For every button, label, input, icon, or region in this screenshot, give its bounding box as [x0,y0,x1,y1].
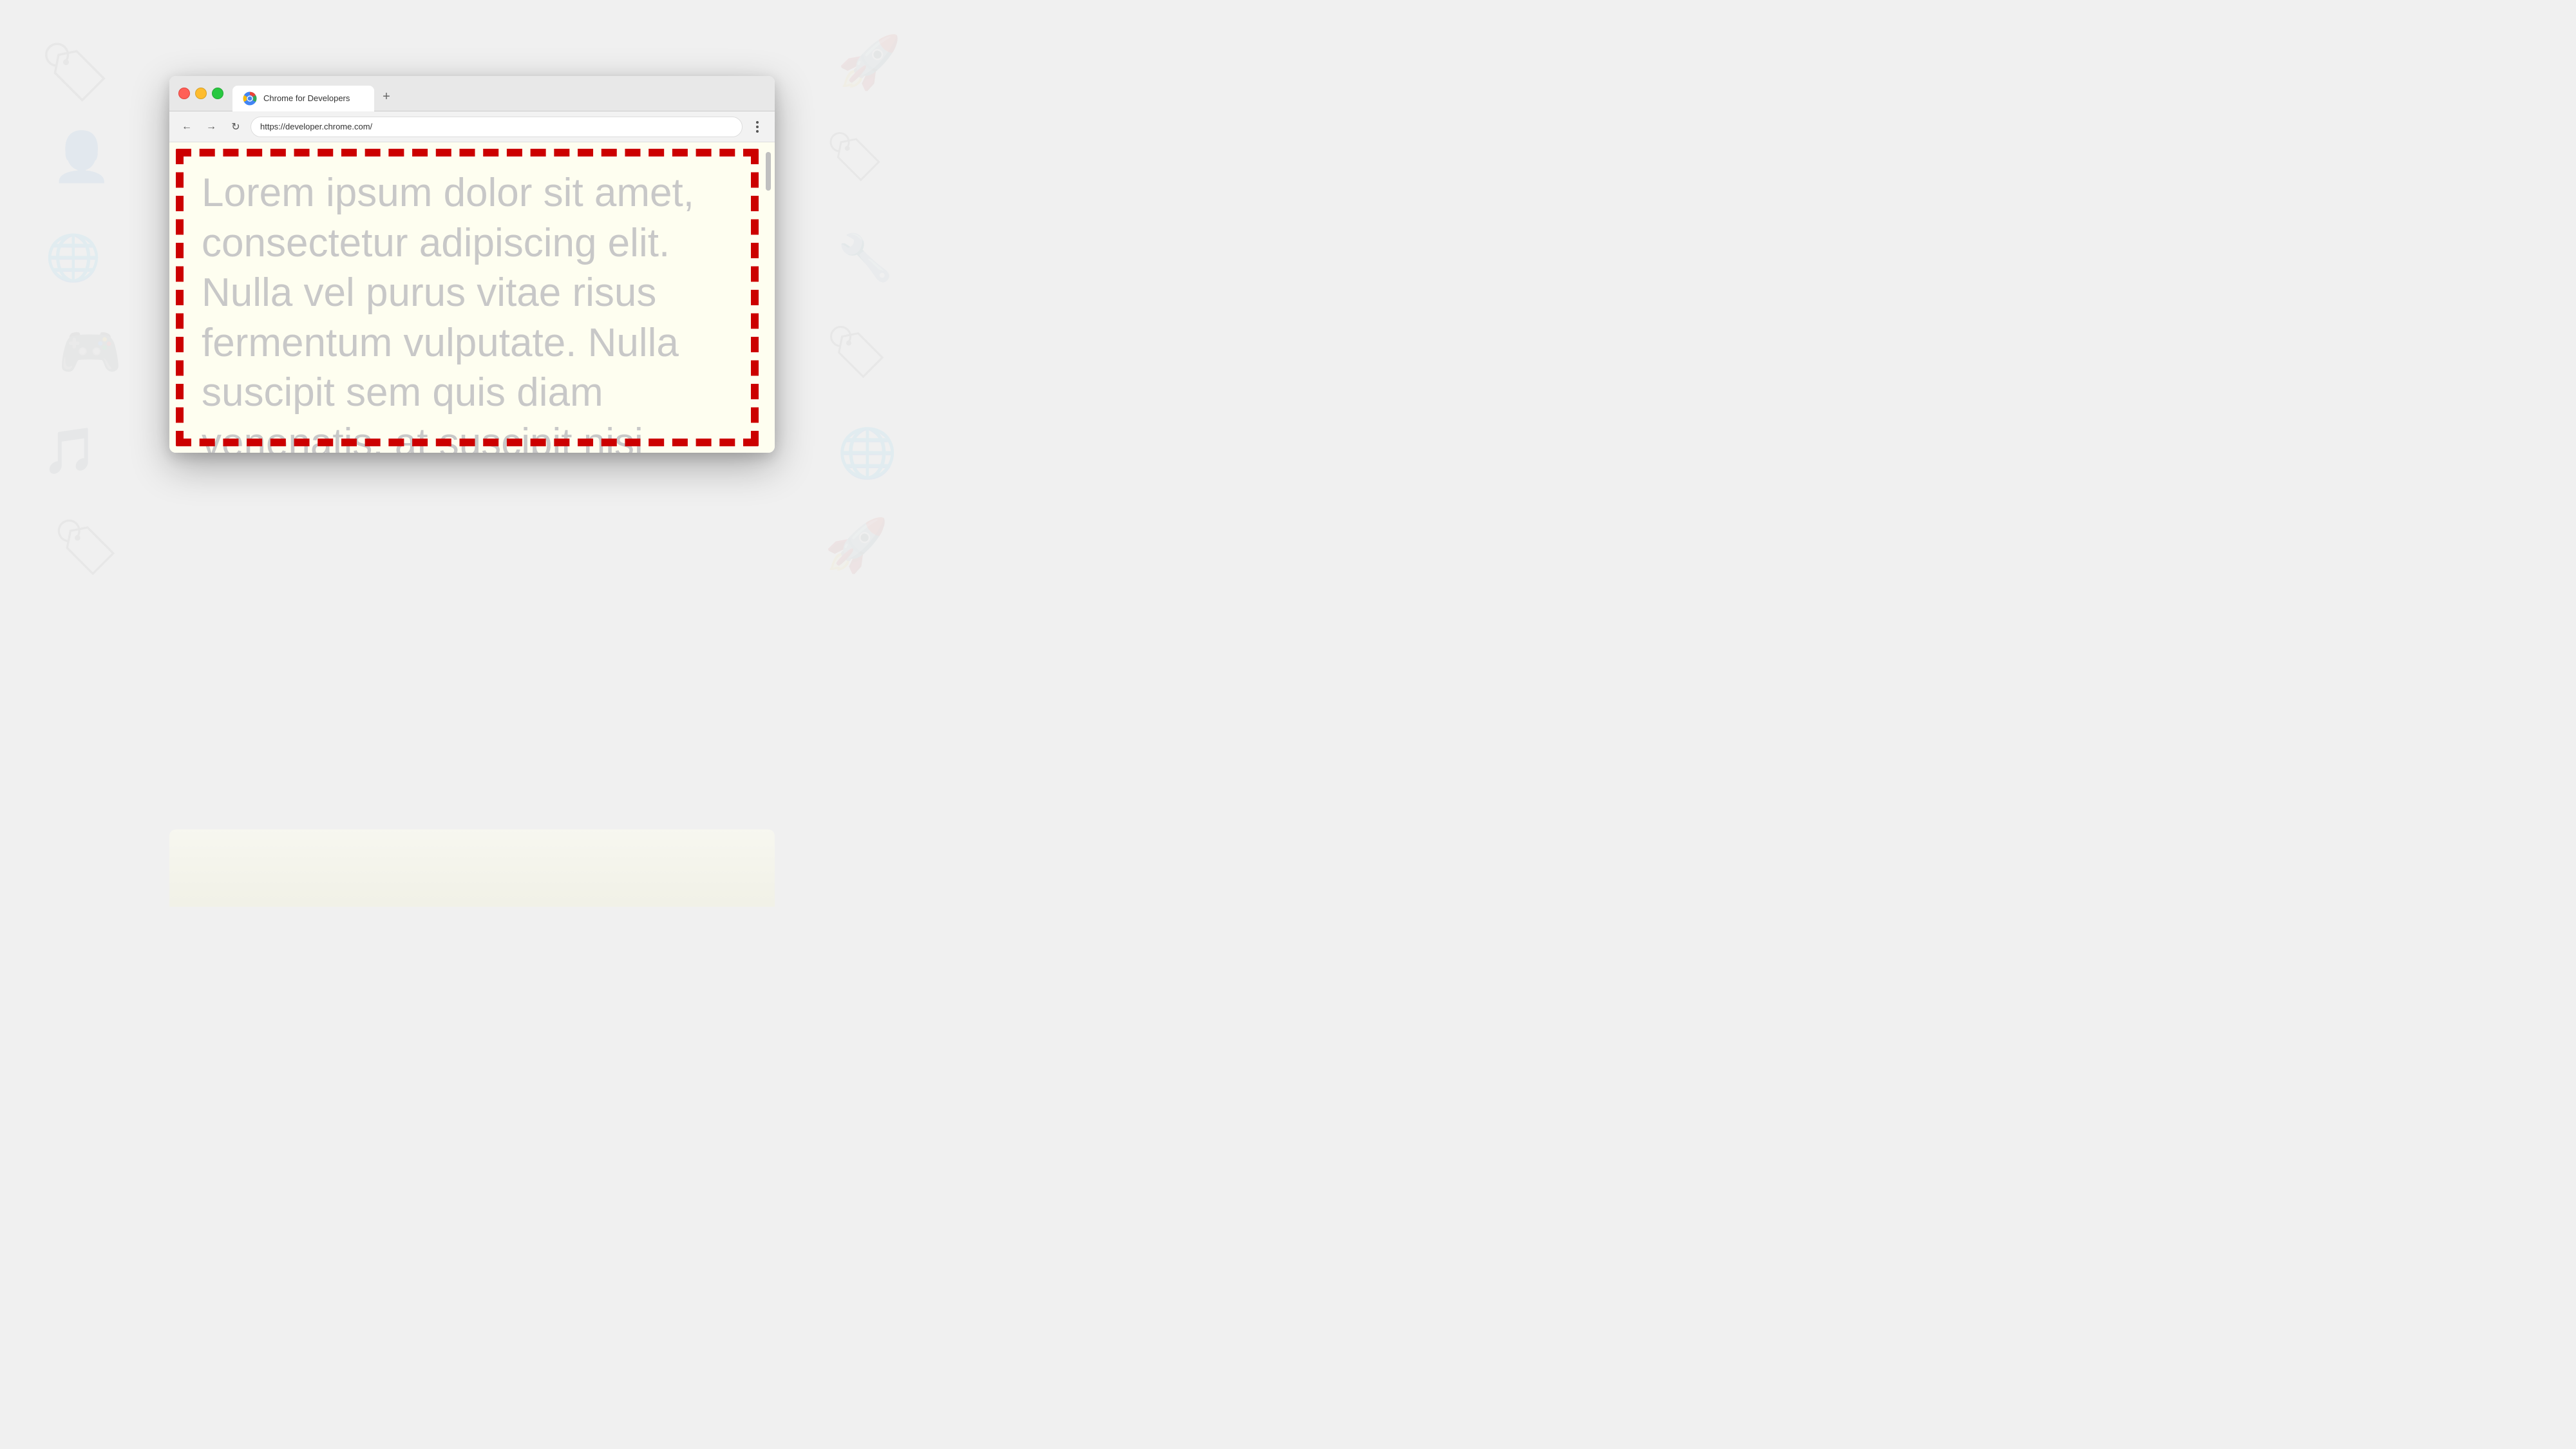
bg-icon-1: 🏷 [39,39,112,106]
bg-icon-12: 🚀 [824,515,889,576]
menu-dot-2 [756,126,759,128]
tab-title: Chrome for Developers [263,93,350,103]
new-tab-button[interactable]: + [377,87,396,106]
bg-icon-8: 🏷 [824,129,886,185]
address-bar[interactable]: https://developer.chrome.com/ [251,117,743,137]
menu-button[interactable] [748,117,767,137]
bg-icon-3: 🌐 [45,232,101,285]
back-button[interactable]: ← [177,117,196,137]
menu-dot-1 [756,121,759,124]
bg-icon-11: 🌐 [837,425,897,482]
reload-icon: ↻ [231,120,240,133]
reload-button[interactable]: ↻ [226,117,245,137]
scroll-indicator-box [176,149,759,446]
title-bar: Chrome for Developers + [169,76,775,111]
bg-icon-7: 🚀 [837,32,902,93]
traffic-light-maximize[interactable] [212,88,223,99]
traffic-light-minimize[interactable] [195,88,207,99]
nav-bar: ← → ↻ https://developer.chrome.com/ [169,111,775,142]
browser-tab[interactable]: Chrome for Developers [232,86,374,111]
browser-window: Chrome for Developers + ← → ↻ https://de… [169,76,775,453]
bg-icon-6: 🏷 [52,515,121,580]
tab-area: Chrome for Developers + [232,76,766,111]
scrollbar-thumb[interactable] [766,152,771,191]
bg-icon-5: 🎵 [42,425,98,478]
bg-icon-2: 👤 [52,129,111,185]
menu-dot-3 [756,130,759,133]
forward-button[interactable]: → [202,117,221,137]
forward-icon: → [206,121,216,133]
back-icon: ← [182,121,192,133]
url-text: https://developer.chrome.com/ [260,122,733,131]
traffic-light-close[interactable] [178,88,190,99]
bg-icon-9: 🔧 [837,232,893,285]
webpage-content: Lorem ipsum dolor sit amet, consectetur … [169,142,775,453]
chrome-favicon [242,90,258,107]
traffic-lights [178,88,223,99]
bg-icon-10: 🏷 [824,322,890,383]
bg-icon-4: 🎮 [58,322,122,383]
scrollbar[interactable] [764,142,772,453]
